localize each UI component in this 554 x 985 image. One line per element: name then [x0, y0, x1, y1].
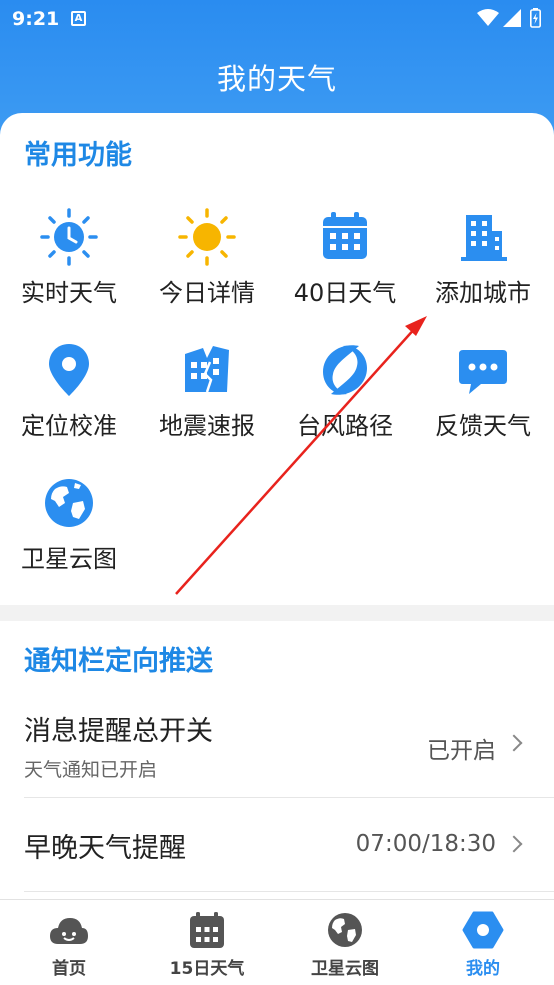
nav-item-mine[interactable]: 我的	[414, 900, 552, 985]
row-sublabel: 天气通知已开启	[24, 759, 158, 781]
page-title: 我的天气	[216, 62, 337, 96]
chevron-right-icon	[505, 835, 523, 853]
nav-label: 我的	[466, 959, 500, 979]
push-section: 通知栏定向推送 消息提醒总开关 天气通知已开启 已开启 早晚天气提醒 07:00…	[0, 621, 554, 899]
nav-label: 15日天气	[169, 959, 245, 979]
message-master-switch-row[interactable]: 消息提醒总开关 天气通知已开启 已开启	[0, 691, 554, 797]
cloud-face-icon	[50, 918, 88, 944]
row-label: 消息提醒总开关	[24, 716, 213, 747]
chat-bubble-icon	[459, 350, 507, 394]
func-label: 今日详情	[159, 279, 255, 307]
calendar-icon	[323, 212, 367, 259]
func-label: 定位校准	[21, 412, 117, 440]
func-label: 实时天气	[21, 279, 117, 307]
nav-item-15day[interactable]: 15日天气	[138, 900, 276, 985]
push-section-title: 通知栏定向推送	[24, 646, 213, 677]
calendar-icon	[190, 912, 224, 948]
location-pin-icon	[49, 344, 89, 396]
hexagon-icon	[462, 911, 504, 949]
sun-clock-icon	[40, 208, 98, 266]
common-functions-title: 常用功能	[24, 140, 132, 171]
func-label: 卫星云图	[21, 545, 117, 573]
status-time: 9:21	[12, 8, 60, 30]
func-label: 添加城市	[435, 279, 531, 307]
common-functions-card: 常用功能 实时天气 今日详情 40日天气 添加城市 定位校准 地震速报 台风路径…	[0, 113, 554, 605]
status-bar: 9:21 A	[0, 0, 554, 38]
signal-icon	[503, 9, 521, 27]
building-icon	[461, 215, 507, 261]
globe-icon	[45, 479, 93, 527]
sun-icon	[178, 208, 236, 266]
nav-item-satellite[interactable]: 卫星云图	[276, 900, 414, 985]
chevron-right-icon	[505, 734, 523, 752]
row-label: 早晚天气提醒	[24, 833, 186, 864]
morning-evening-reminder-row[interactable]: 早晚天气提醒 07:00/18:30	[0, 798, 554, 890]
row-divider	[24, 891, 554, 892]
globe-icon	[328, 913, 362, 947]
typhoon-icon	[323, 345, 367, 395]
nav-label: 首页	[52, 959, 86, 979]
wifi-icon	[477, 9, 499, 26]
func-label: 反馈天气	[435, 412, 531, 440]
notification-a-icon: A	[71, 11, 86, 26]
bottom-nav: 首页 15日天气 卫星云图 我的	[0, 899, 554, 985]
func-label: 40日天气	[293, 279, 397, 307]
nav-item-home[interactable]: 首页	[0, 900, 138, 985]
row-value: 07:00/18:30	[355, 831, 496, 857]
battery-icon	[530, 8, 541, 28]
earthquake-building-icon	[185, 346, 229, 393]
nav-label: 卫星云图	[311, 959, 379, 979]
func-label: 地震速报	[159, 412, 255, 440]
func-label: 台风路径	[297, 412, 393, 440]
section-divider	[0, 605, 554, 621]
row-value: 已开启	[427, 738, 496, 764]
